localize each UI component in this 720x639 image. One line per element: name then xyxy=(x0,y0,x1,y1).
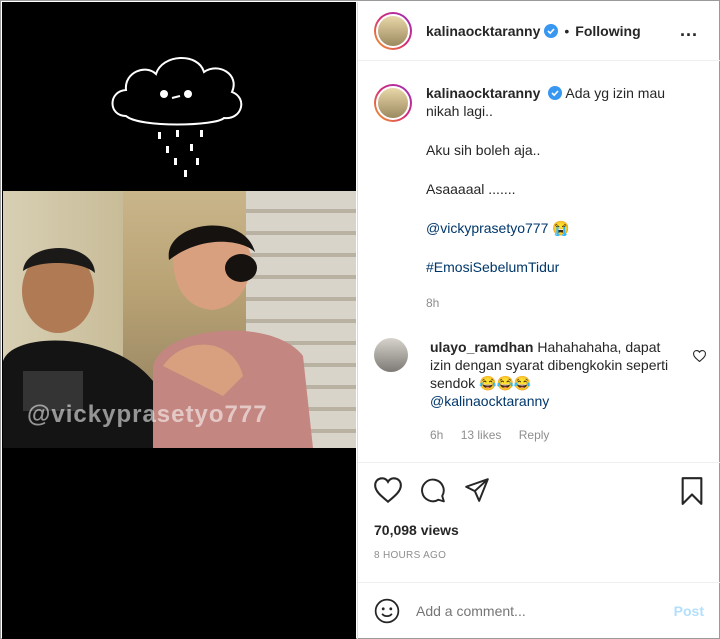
post-caption: kalinaocktaranny Ada yg izin mau nikah l… xyxy=(374,84,686,312)
post-details-panel: kalinaocktaranny • Following ... kalinao… xyxy=(357,2,720,639)
like-comment-heart-icon[interactable] xyxy=(693,350,706,362)
action-bar xyxy=(374,477,704,507)
comment-body: ulayo_ramdhan Hahahahaha, dapat izin den… xyxy=(430,338,680,444)
comment-icon[interactable] xyxy=(420,477,446,503)
caption-body: kalinaocktaranny Ada yg izin mau nikah l… xyxy=(426,84,686,312)
post-button[interactable]: Post xyxy=(674,603,704,619)
caption-username[interactable]: kalinaocktaranny xyxy=(426,85,540,101)
more-options-icon[interactable]: ... xyxy=(680,20,698,41)
author-avatar[interactable] xyxy=(374,12,412,50)
verified-badge-icon xyxy=(544,24,559,38)
views-count[interactable]: 70,098 views xyxy=(374,522,459,538)
author-username[interactable]: kalinaocktaranny xyxy=(426,23,540,39)
caption-line-2: Aku sih boleh aja.. xyxy=(426,142,541,158)
post-timestamp[interactable]: 8 HOURS AGO xyxy=(374,550,446,561)
caption-line-3: Asaaaaal ....... xyxy=(426,181,516,197)
reply-button[interactable]: Reply xyxy=(519,428,550,442)
post-header: kalinaocktaranny • Following ... xyxy=(358,2,720,61)
comment-item: ulayo_ramdhan Hahahahaha, dapat izin den… xyxy=(374,338,680,444)
watermark-text: @vickyprasetyo777 xyxy=(27,401,268,428)
header-separator: • xyxy=(564,23,570,39)
caption-avatar[interactable] xyxy=(374,84,412,122)
video-frame[interactable]: @vickyprasetyo777 xyxy=(3,191,356,448)
comment-likes[interactable]: 13 likes xyxy=(461,428,502,442)
following-button[interactable]: Following xyxy=(575,23,640,39)
comment-meta: 6h 13 likes Reply xyxy=(430,426,680,444)
emoji-icon[interactable] xyxy=(374,598,400,624)
comment-time[interactable]: 6h xyxy=(430,428,443,442)
heart-icon[interactable] xyxy=(374,477,402,503)
share-icon[interactable] xyxy=(464,477,490,503)
commenter-username[interactable]: ulayo_ramdhan xyxy=(430,339,533,355)
mention-link[interactable]: @vickyprasetyo777 xyxy=(426,220,548,236)
bookmark-icon[interactable] xyxy=(680,477,704,505)
post-media[interactable]: @vickyprasetyo777 xyxy=(2,2,356,639)
comment-mention-link[interactable]: @kalinaocktaranny xyxy=(430,392,680,410)
verified-badge-icon xyxy=(548,86,563,100)
commenter-avatar[interactable] xyxy=(374,338,408,372)
comment-input[interactable] xyxy=(416,603,674,619)
crying-emoji: 😭 xyxy=(552,220,570,236)
hashtag-link[interactable]: #EmosiSebelumTidur xyxy=(426,258,686,276)
crying-cloud-illustration xyxy=(111,57,243,177)
comments-section: kalinaocktaranny Ada yg izin mau nikah l… xyxy=(358,62,720,463)
instagram-post-window: @vickyprasetyo777 kalinaocktaranny • Fol… xyxy=(0,0,720,639)
caption-time[interactable]: 8h xyxy=(426,294,686,312)
add-comment-bar: Post xyxy=(358,582,720,639)
